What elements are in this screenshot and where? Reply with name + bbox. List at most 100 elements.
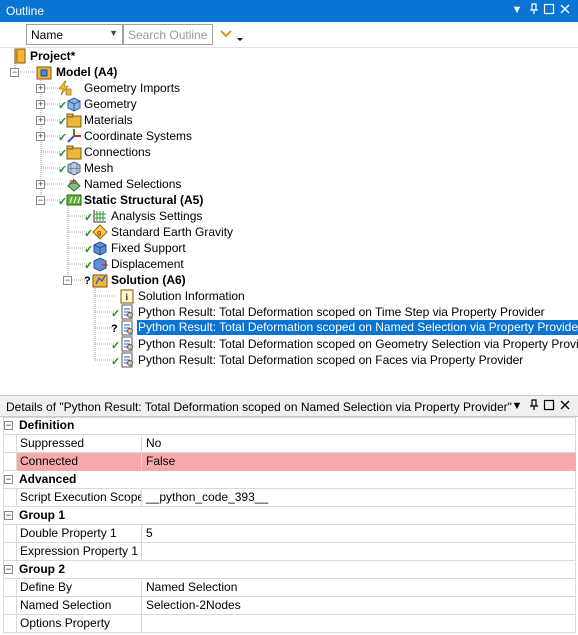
property-row-connected[interactable]: Connected False: [3, 453, 576, 471]
section-group-1[interactable]: − Group 1: [3, 507, 576, 525]
collapse-toggle[interactable]: −: [10, 68, 19, 77]
maximize-icon[interactable]: [542, 399, 556, 413]
expand-toggle[interactable]: +: [36, 84, 45, 93]
maximize-icon[interactable]: [542, 3, 556, 17]
fixed-support-icon: [92, 240, 108, 256]
property-value[interactable]: Selection-2Nodes: [142, 597, 576, 615]
python-result-icon: [119, 304, 135, 320]
property-key: Connected: [16, 453, 142, 471]
tree-node-displacement[interactable]: ✓ Displacement: [0, 256, 200, 272]
tree-node-label: Analysis Settings: [111, 209, 203, 223]
property-row-named-selection[interactable]: Named Selection Selection-2Nodes: [3, 597, 576, 615]
property-row-double-property-1[interactable]: Double Property 1 5: [3, 525, 576, 543]
tree-node-standard-earth-gravity[interactable]: ✓ g Standard Earth Gravity: [0, 224, 233, 240]
question-mark-icon: ?: [111, 323, 118, 335]
tree-node-solution-information[interactable]: i Solution Information: [0, 288, 245, 304]
tree-node-fixed-support[interactable]: ✓ Fixed Support: [0, 240, 200, 256]
property-value[interactable]: [142, 615, 576, 633]
tree-node-label: Python Result: Total Deformation scoped …: [138, 305, 545, 319]
named-selection-icon: ab: [66, 176, 82, 192]
tree-node-label: Project*: [30, 49, 76, 63]
solution-information-icon: i: [119, 288, 135, 304]
property-value[interactable]: Named Selection: [142, 579, 576, 597]
connections-folder-icon: [66, 144, 82, 160]
property-row-define-by[interactable]: Define By Named Selection: [3, 579, 576, 597]
collapse-toggle[interactable]: −: [4, 475, 13, 484]
tree-node-python-result-time-step[interactable]: ✓ Python Result: Total Deformation scope…: [0, 304, 545, 320]
property-value[interactable]: [142, 543, 576, 561]
collapse-toggle[interactable]: −: [4, 511, 13, 520]
collapse-toggle[interactable]: −: [4, 565, 13, 574]
section-label: Definition: [19, 418, 75, 432]
close-icon[interactable]: [558, 399, 572, 413]
tree-node-python-result-geometry-selection[interactable]: ✓ Python Result: Total Deformation scope…: [0, 336, 578, 352]
dropdown-icon[interactable]: ▼: [510, 3, 524, 17]
tree-node-project[interactable]: Project*: [0, 48, 120, 64]
pin-icon[interactable]: [527, 3, 541, 17]
collapse-toggle[interactable]: −: [63, 276, 72, 285]
property-row-suppressed[interactable]: Suppressed No: [3, 435, 576, 453]
tree-node-solution[interactable]: − ? Solution (A6): [0, 272, 210, 288]
expand-toggle[interactable]: +: [36, 132, 45, 141]
chevron-down-icon: ▼: [109, 28, 118, 38]
close-icon[interactable]: [558, 3, 572, 17]
section-group-2[interactable]: − Group 2: [3, 561, 576, 579]
tree-node-python-result-named-selection[interactable]: ? Python Result: Total Deformation scope…: [0, 319, 578, 336]
expand-toggle[interactable]: +: [36, 116, 45, 125]
property-value[interactable]: __python_code_393__: [142, 489, 576, 507]
tree-node-mesh[interactable]: ✓ Mesh: [0, 160, 120, 176]
tree-node-label: Geometry: [84, 97, 137, 111]
property-value[interactable]: No: [142, 435, 576, 453]
property-key: Double Property 1: [16, 525, 142, 543]
expand-toggle[interactable]: +: [36, 180, 45, 189]
property-row-script-execution-scope[interactable]: Script Execution Scope __python_code_393…: [3, 489, 576, 507]
python-result-icon: [119, 336, 135, 352]
property-key: Script Execution Scope: [16, 489, 142, 507]
tree-node-label: Python Result: Total Deformation scoped …: [135, 319, 578, 336]
lightning-import-icon: [56, 80, 72, 96]
outline-titlebar: Outline ▼: [0, 0, 578, 22]
section-label: Group 2: [19, 562, 66, 576]
tree-node-label: Python Result: Total Deformation scoped …: [138, 337, 578, 351]
tree-node-python-result-faces[interactable]: ✓ Python Result: Total Deformation scope…: [0, 352, 523, 368]
dropdown-icon[interactable]: ▼: [510, 399, 524, 413]
property-value[interactable]: False: [142, 453, 576, 471]
section-label: Group 1: [19, 508, 66, 522]
tree-node-model[interactable]: − Model (A4): [0, 64, 140, 80]
property-row-options-property[interactable]: Options Property: [3, 615, 576, 633]
property-row-expression-property-1[interactable]: Expression Property 1: [3, 543, 576, 561]
tree-node-label: Connections: [84, 145, 151, 159]
tree-node-analysis-settings[interactable]: ✓ Analysis Settings: [0, 208, 203, 224]
name-filter-value: Name: [31, 28, 64, 42]
tree-node-geometry[interactable]: + ✓ Geometry: [0, 96, 150, 112]
property-key: Suppressed: [16, 435, 142, 453]
collapse-toggle[interactable]: −: [36, 196, 45, 205]
materials-folder-icon: [66, 112, 82, 128]
project-book-icon: [12, 48, 28, 64]
tree-node-label: Coordinate Systems: [84, 129, 193, 143]
tree-node-materials[interactable]: + ✓ Materials: [0, 112, 150, 128]
section-advanced[interactable]: − Advanced: [3, 471, 576, 489]
svg-text:ab: ab: [69, 179, 77, 186]
property-value[interactable]: 5: [142, 525, 576, 543]
name-filter-select[interactable]: Name ▼: [26, 24, 123, 45]
filter-options-button[interactable]: [218, 25, 246, 45]
tree-node-geometry-imports[interactable]: + Geometry Imports: [0, 80, 190, 96]
tree-node-connections[interactable]: ✓ Connections: [0, 144, 160, 160]
collapse-toggle[interactable]: −: [4, 421, 13, 430]
tree-node-named-selections[interactable]: + ab Named Selections: [0, 176, 182, 192]
pin-icon[interactable]: [527, 399, 541, 413]
tree-node-label: Named Selections: [84, 177, 182, 191]
outline-tree: Project* − Model (A4) + Geometry Imports…: [0, 48, 578, 394]
tree-node-label: Python Result: Total Deformation scoped …: [138, 353, 524, 367]
search-outline-input[interactable]: [123, 24, 213, 45]
python-result-icon: [119, 352, 135, 368]
section-definition[interactable]: − Definition: [3, 417, 576, 435]
outline-toolbar: Name ▼: [0, 22, 578, 48]
coordinate-axes-icon: [66, 128, 82, 144]
property-key: Options Property: [16, 615, 142, 633]
expand-toggle[interactable]: +: [36, 100, 45, 109]
tree-node-static-structural[interactable]: − ✓ Static Structural (A5): [0, 192, 220, 208]
tree-node-label: Geometry Imports: [84, 81, 181, 95]
tree-node-coordinate-systems[interactable]: + ✓ Coordinate Systems: [0, 128, 200, 144]
